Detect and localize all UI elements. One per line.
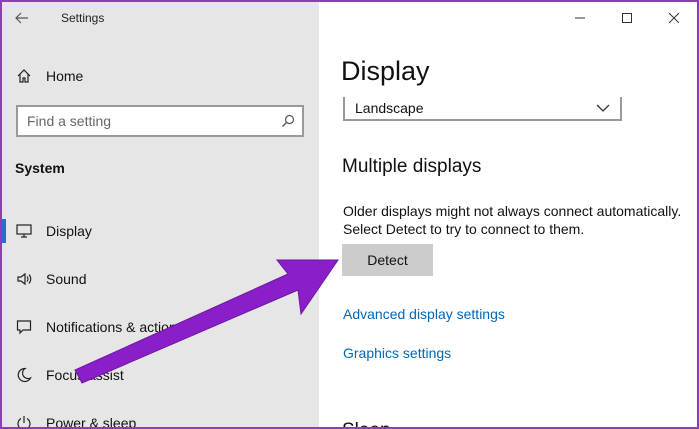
close-icon — [668, 13, 679, 23]
maximize-button[interactable] — [603, 2, 650, 34]
search-input[interactable] — [18, 113, 274, 129]
window-controls — [556, 2, 697, 34]
sidebar-item-display[interactable]: Display — [2, 207, 319, 255]
power-icon — [16, 415, 32, 429]
search-icon[interactable] — [274, 114, 302, 128]
close-button[interactable] — [650, 2, 697, 34]
sidebar-item-label: Notifications & actions — [46, 319, 184, 335]
multiple-displays-heading: Multiple displays — [342, 156, 482, 177]
sidebar-item-label: Display — [46, 223, 92, 239]
description-line: Older displays might not always connect … — [343, 203, 682, 219]
sidebar-item-label: Focus assist — [46, 367, 124, 383]
app-title: Settings — [61, 11, 105, 25]
back-arrow-icon — [15, 12, 28, 24]
minimize-button[interactable] — [556, 2, 603, 34]
sleep-heading-partial: Sleep — [342, 420, 391, 429]
orientation-value: Landscape — [355, 100, 424, 116]
sidebar-item-label: Sound — [46, 271, 87, 287]
nav-list: Display Sound Notifications & actions Fo… — [2, 207, 319, 429]
moon-icon — [16, 367, 32, 383]
sidebar-item-sound[interactable]: Sound — [2, 255, 319, 303]
title-bar: Settings — [2, 2, 319, 34]
main-content: Display Landscape Multiple displays Olde… — [319, 2, 697, 429]
detect-button[interactable]: Detect — [342, 244, 433, 276]
sidebar: Settings Home System Display Sound — [2, 2, 319, 429]
speaker-icon — [16, 271, 32, 287]
home-icon — [16, 68, 32, 84]
nav-home[interactable]: Home — [2, 60, 319, 92]
nav-home-label: Home — [46, 68, 84, 84]
back-button[interactable] — [2, 2, 42, 34]
monitor-icon — [16, 223, 32, 239]
section-label-system: System — [15, 160, 65, 176]
orientation-dropdown[interactable]: Landscape — [343, 97, 622, 121]
sidebar-item-focus-assist[interactable]: Focus assist — [2, 351, 319, 399]
page-title: Display — [341, 56, 430, 86]
notification-icon — [16, 319, 32, 335]
sidebar-item-label: Power & sleep — [46, 415, 137, 429]
graphics-settings-link[interactable]: Graphics settings — [343, 345, 451, 361]
description-line: Select Detect to try to connect to them. — [343, 221, 585, 237]
maximize-icon — [621, 13, 632, 23]
advanced-display-settings-link[interactable]: Advanced display settings — [343, 306, 505, 322]
chevron-down-icon — [596, 104, 610, 112]
sidebar-item-notifications[interactable]: Notifications & actions — [2, 303, 319, 351]
multiple-displays-description: Older displays might not always connect … — [343, 202, 693, 238]
sidebar-item-power-sleep[interactable]: Power & sleep — [2, 399, 319, 429]
minimize-icon — [574, 17, 585, 19]
search-box[interactable] — [16, 105, 304, 137]
